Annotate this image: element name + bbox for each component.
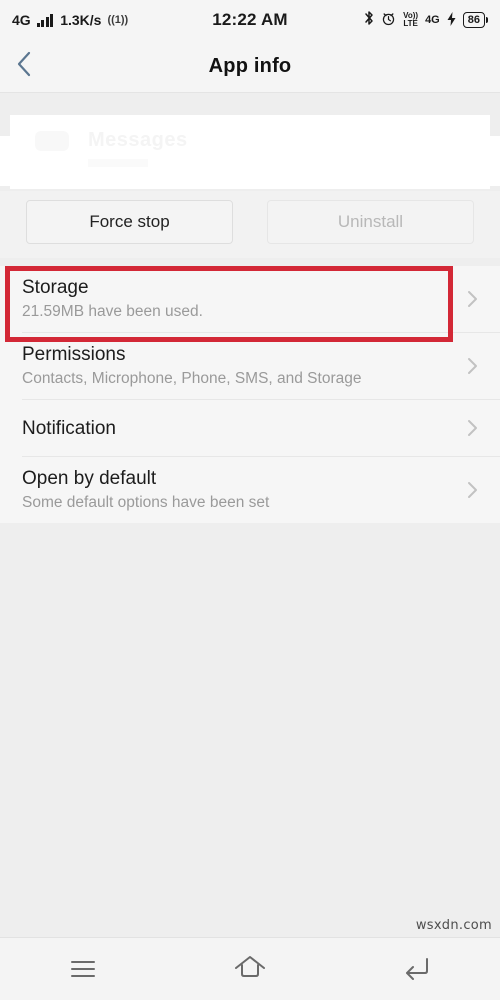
back-button[interactable]	[14, 40, 58, 92]
settings-row-permissions[interactable]: Permissions Contacts, Microphone, Phone,…	[0, 333, 500, 399]
chevron-right-icon	[464, 418, 482, 438]
settings-list: Storage 21.59MB have been used. Permissi…	[0, 266, 500, 523]
data-speed-label: 1.3K/s	[60, 12, 102, 28]
row-title: Notification	[22, 417, 116, 439]
chevron-right-icon	[464, 289, 482, 309]
volte-icon: Vo)) LTE	[403, 12, 418, 28]
row-text-block: Permissions Contacts, Microphone, Phone,…	[22, 333, 456, 399]
back-chevron-icon	[14, 49, 34, 84]
row-title: Open by default	[22, 468, 157, 489]
app-name-label: Messages	[88, 129, 188, 151]
page-title: App info	[208, 54, 292, 77]
status-bar-left: 4G 1.3K/s ((1))	[12, 12, 212, 28]
force-stop-button[interactable]: Force stop	[26, 200, 233, 244]
charging-bolt-icon	[447, 11, 456, 29]
chevron-right-icon	[464, 480, 482, 500]
system-navigation-bar	[0, 937, 500, 1000]
redaction-overlay-band	[0, 136, 500, 186]
phone-screen: 4G 1.3K/s ((1)) 12:22 AM Vo)) LTE 4G 86 …	[0, 0, 500, 1000]
list-top-gap	[0, 258, 500, 266]
settings-row-storage[interactable]: Storage 21.59MB have been used.	[0, 266, 500, 332]
alarm-clock-icon	[381, 11, 396, 29]
app-version-label	[88, 159, 148, 167]
settings-row-notification[interactable]: Notification	[0, 400, 500, 456]
status-bar: 4G 1.3K/s ((1)) 12:22 AM Vo)) LTE 4G 86	[0, 0, 500, 40]
row-title: Permissions	[22, 344, 126, 365]
battery-icon: 86	[462, 12, 488, 28]
status-bar-right: Vo)) LTE 4G 86	[288, 10, 488, 30]
battery-level-label: 86	[462, 12, 485, 28]
hotspot-icon: ((1))	[107, 14, 129, 26]
app-bar: App info	[0, 40, 500, 93]
nav-home-button[interactable]	[167, 938, 334, 1000]
chevron-right-icon	[464, 356, 482, 376]
bluetooth-icon	[364, 10, 374, 30]
row-title: Storage	[22, 277, 89, 298]
action-button-row: Force stop Uninstall	[0, 191, 500, 258]
row-text-block: Notification	[22, 407, 456, 450]
second-network-type-label: 4G	[425, 14, 440, 26]
watermark-label: wsxdn.com	[415, 918, 492, 933]
signal-bars-icon	[36, 13, 54, 27]
settings-row-open-by-default[interactable]: Open by default Some default options hav…	[0, 457, 500, 523]
menu-recents-icon	[71, 961, 96, 977]
row-text-block: Storage 21.59MB have been used.	[22, 266, 456, 332]
row-text-block: Open by default Some default options hav…	[22, 457, 456, 523]
page-empty-space: wsxdn.com	[0, 523, 500, 937]
nav-back-button[interactable]	[333, 938, 500, 1000]
home-icon	[233, 954, 267, 985]
uninstall-button: Uninstall	[267, 200, 474, 244]
app-icon	[35, 131, 69, 151]
row-subtitle: Some default options have been set	[22, 494, 270, 511]
row-subtitle: Contacts, Microphone, Phone, SMS, and St…	[22, 370, 362, 387]
status-bar-clock: 12:22 AM	[212, 10, 288, 29]
row-subtitle: 21.59MB have been used.	[22, 303, 203, 320]
nav-recents-button[interactable]	[0, 938, 167, 1000]
back-arrow-icon	[402, 954, 432, 985]
app-identity-header: Messages	[0, 93, 500, 191]
battery-cap	[486, 17, 488, 23]
network-type-label: 4G	[12, 12, 31, 28]
volte-bottom-label: LTE	[403, 19, 418, 28]
